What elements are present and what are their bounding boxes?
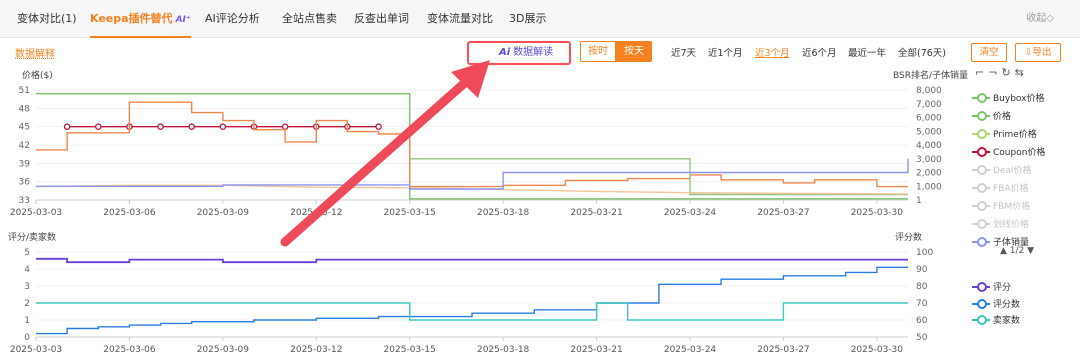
y-right-tick-label: 60: [916, 316, 928, 326]
price-bsr-chart: 33 36 39 42 45 48 51 1 1,000 2,000 3,000 4,000 5,000…: [10, 69, 968, 218]
y-right-tick-label: 70: [916, 299, 928, 309]
y-right-tick-label: 7,000: [916, 100, 942, 110]
y-right-tick-label: 80: [916, 282, 928, 292]
data-point: [188, 123, 195, 130]
y-left-tick-label: 42: [19, 141, 30, 151]
y-right-tick-label: 90: [916, 265, 928, 275]
y-left-tick-label: 1: [24, 316, 30, 326]
x-tick-label: 2025-03-12: [290, 345, 342, 355]
chart-canvas: 3336394245485111,0002,0003,0004,0005,000…: [8, 60, 968, 355]
data-point: [95, 123, 102, 130]
x-tick-label: 2025-03-27: [757, 345, 809, 355]
y-left-tick-label: 48: [19, 104, 31, 114]
x-tick-label: 2025-03-03: [10, 345, 62, 355]
series-line-评分: [36, 257, 908, 264]
series-line-价格: [36, 92, 908, 200]
x-tick-label: 2025-03-18: [477, 345, 530, 355]
y-right-tick-label: 1: [916, 196, 922, 206]
x-tick-label: 2025-03-24: [664, 208, 717, 218]
y-right-tick-label: 100: [916, 248, 933, 258]
data-point: [157, 123, 164, 130]
data-point: [281, 123, 289, 130]
x-tick-label: 2025-03-06: [103, 208, 156, 218]
y-right-axis-title: BSR排名/子体销量: [893, 69, 968, 81]
x-tick-label: 2025-03-21: [570, 345, 622, 355]
y-right-tick-label: 1,000: [916, 182, 942, 192]
y-left-tick-label: 3: [24, 282, 30, 292]
series-line-评分数: [36, 266, 908, 335]
x-tick-label: 2025-03-18: [477, 208, 530, 218]
y-left-tick-label: 39: [19, 159, 31, 169]
x-tick-label: 2025-03-09: [197, 208, 250, 218]
y-right-tick-label: 5,000: [916, 127, 942, 137]
y-right-tick-label: 3,000: [916, 155, 942, 165]
y-left-tick-label: 51: [19, 86, 30, 96]
data-point: [219, 123, 227, 130]
y-right-tick-label: 50: [916, 333, 928, 343]
y-left-tick-label: 33: [19, 196, 30, 206]
y-left-tick-label: 2: [24, 299, 30, 309]
data-point: [375, 123, 382, 130]
y-left-axis-title: 评分/卖家数: [8, 231, 56, 243]
y-left-tick-label: 45: [19, 123, 30, 133]
y-left-tick-label: 5: [24, 248, 30, 258]
y-right-tick-label: 2,000: [916, 169, 942, 179]
data-point: [63, 123, 71, 130]
x-tick-label: 2025-03-15: [384, 208, 436, 218]
x-tick-label: 2025-03-03: [10, 208, 62, 218]
series-line-卖家数: [36, 302, 908, 321]
y-right-tick-label: 8,000: [916, 86, 942, 96]
y-left-tick-label: 0: [24, 333, 30, 343]
x-tick-label: 2025-03-24: [664, 345, 717, 355]
y-left-tick-label: 4: [24, 265, 30, 275]
series-line-series-2: [36, 101, 908, 188]
rating-seller-chart: 0 1 2 3 4 5 50 60 70 80 90 100 2025-03-03 2025-03-06 2…: [8, 231, 933, 355]
y-right-tick-label: 4,000: [916, 141, 942, 151]
x-tick-label: 2025-03-30: [851, 345, 904, 355]
x-tick-label: 2025-03-27: [757, 208, 809, 218]
y-right-tick-label: 6,000: [916, 114, 942, 124]
y-right-axis-title: 评分数: [895, 231, 922, 243]
x-tick-label: 2025-03-21: [570, 208, 622, 218]
y-left-axis-title: 价格($): [22, 69, 53, 81]
y-left-tick-label: 36: [19, 178, 31, 188]
x-tick-label: 2025-03-30: [851, 208, 904, 218]
x-tick-label: 2025-03-06: [103, 345, 156, 355]
x-tick-label: 2025-03-15: [384, 345, 436, 355]
x-tick-label: 2025-03-09: [197, 345, 250, 355]
